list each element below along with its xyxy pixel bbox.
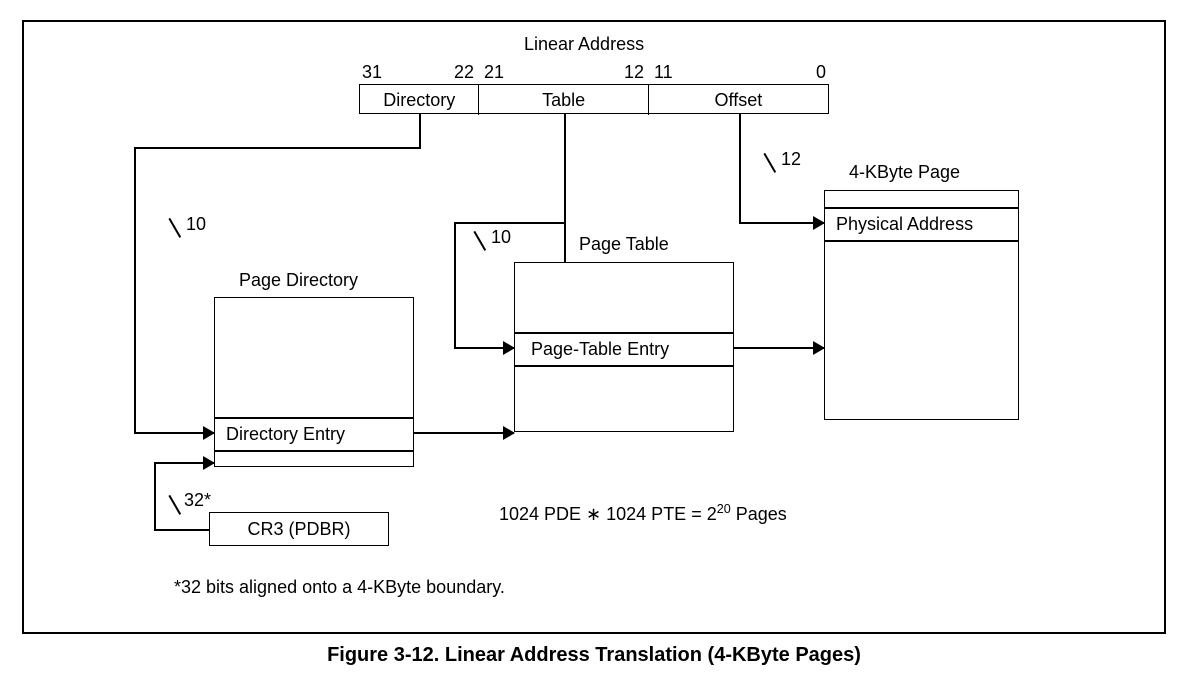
off-arrow: [739, 222, 824, 224]
linear-address-title: Linear Address: [524, 34, 644, 55]
formula-exp: 20: [717, 502, 731, 516]
formula: 1024 PDE ∗ 1024 PTE = 220 Pages: [499, 502, 787, 525]
cr3-line-v: [154, 462, 156, 529]
bit-11: 11: [654, 62, 673, 83]
page-title: 4-KByte Page: [849, 162, 960, 183]
dir-line-v1: [419, 114, 421, 149]
pt-entry: Page-Table Entry: [531, 339, 669, 360]
cr3-box: CR3 (PDBR): [209, 512, 389, 546]
dir-arrow: [134, 432, 214, 434]
figure-caption: Figure 3-12. Linear Address Translation …: [20, 644, 1168, 667]
tbl-width: 10: [491, 227, 511, 248]
field-offset: Offset: [649, 85, 828, 115]
diagram-canvas: Linear Address 31 22 21 12 11 0 Director…: [22, 20, 1166, 634]
tbl-tick: [474, 231, 486, 251]
page-entry: Physical Address: [836, 214, 973, 235]
pt-title: Page Table: [579, 234, 669, 255]
dir-width: 10: [186, 214, 206, 235]
cr3-line-h-bottom: [154, 529, 209, 531]
cr3-label: CR3 (PDBR): [247, 519, 350, 540]
dir-line-h1: [134, 147, 419, 149]
bit-22: 22: [454, 62, 474, 83]
bit-21: 21: [484, 62, 504, 83]
cr3-tick: [169, 495, 181, 515]
bit-12: 12: [624, 62, 644, 83]
field-table: Table: [479, 85, 648, 115]
pd-title: Page Directory: [239, 270, 358, 291]
tbl-arrow: [454, 347, 514, 349]
pd-entry: Directory Entry: [226, 424, 345, 445]
cr3-width: 32*: [184, 490, 211, 511]
pte-to-page-arrow: [734, 347, 824, 349]
off-line-v1: [739, 114, 741, 222]
off-width: 12: [781, 149, 801, 170]
formula-suffix: Pages: [731, 504, 787, 524]
footnote: *32 bits aligned onto a 4-KByte boundary…: [174, 577, 505, 598]
off-tick: [764, 153, 776, 173]
pde-to-pt-arrow: [414, 432, 514, 434]
linear-address-box: Directory Table Offset: [359, 84, 829, 114]
tbl-line-v2: [454, 222, 456, 347]
bit-0: 0: [816, 62, 826, 83]
dir-tick: [169, 218, 181, 238]
cr3-arrow: [154, 462, 214, 464]
tbl-line-h1: [454, 222, 564, 224]
dir-line-v2: [134, 147, 136, 432]
bit-31: 31: [362, 62, 382, 83]
formula-prefix: 1024 PDE ∗ 1024 PTE = 2: [499, 504, 717, 524]
field-directory: Directory: [360, 85, 479, 115]
